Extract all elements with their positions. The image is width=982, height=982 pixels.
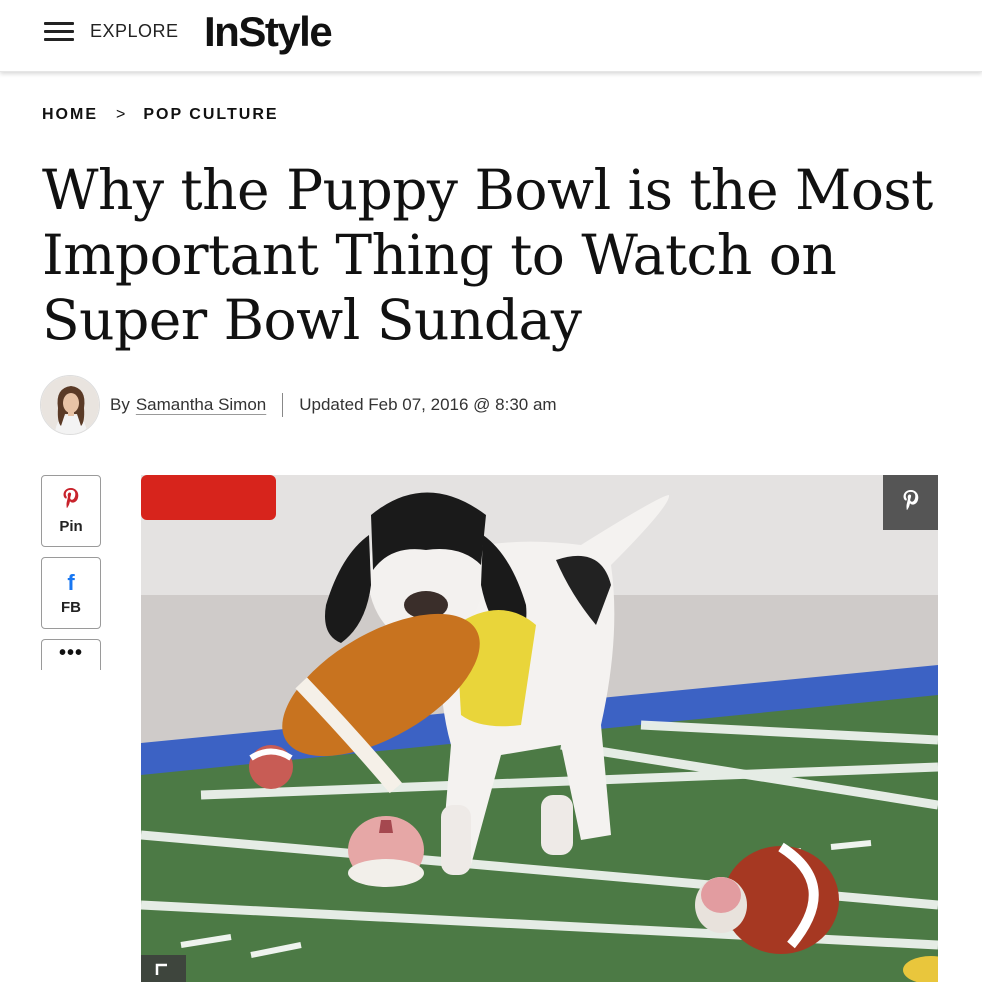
byline-divider [282,393,284,417]
breadcrumb-separator: > [116,106,128,123]
site-header: EXPLORE InStyle [0,0,982,72]
hamburger-icon [44,20,74,42]
share-pin-button[interactable]: Pin [41,475,101,547]
explore-label: EXPLORE [90,20,179,41]
updated-date: Updated Feb 07, 2016 @ 8:30 am [299,395,557,414]
article-hero-image [141,475,938,982]
share-more-button[interactable]: ••• [41,639,101,670]
article-title: Why the Puppy Bowl is the Most Important… [42,158,933,352]
pinterest-icon [902,488,920,517]
pinterest-icon [62,487,80,514]
author-avatar[interactable] [40,375,100,435]
facebook-icon: f [67,569,75,595]
share-facebook-button[interactable]: f FB [41,557,101,629]
share-pin-label: Pin [59,518,83,535]
more-icon: ••• [58,642,83,664]
breadcrumb-pop-culture[interactable]: POP CULTURE [143,106,278,124]
byline-prefix: By [110,395,130,414]
author-link[interactable]: Samantha Simon [136,395,266,415]
byline: By Samantha Simon Updated Feb 07, 2016 @… [40,375,557,435]
breadcrumb-home[interactable]: HOME [42,106,98,124]
site-logo[interactable]: InStyle [204,8,333,56]
image-pin-button[interactable] [883,475,938,530]
breadcrumb: HOME > POP CULTURE [42,106,279,124]
expand-icon [155,963,167,975]
share-fb-label: FB [61,598,81,616]
image-expand-button[interactable] [141,955,186,982]
explore-menu-button[interactable]: EXPLORE [44,20,179,42]
